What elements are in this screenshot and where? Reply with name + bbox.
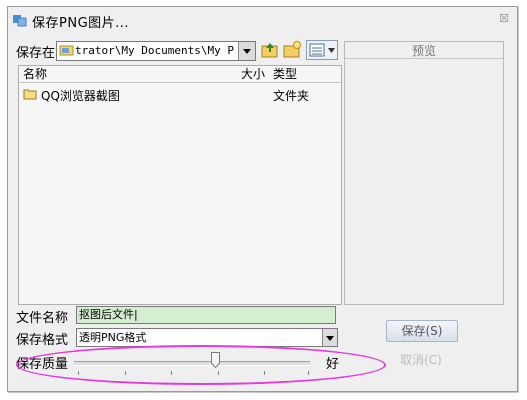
list-view-icon (309, 43, 325, 57)
format-value: 透明PNG格式 (79, 331, 147, 344)
list-item[interactable]: QQ浏览器截图 文件夹 (23, 86, 337, 103)
preview-panel: 预览 (344, 41, 504, 305)
save-button[interactable]: 保存(S) (386, 320, 458, 342)
file-list[interactable]: 名称 大小 类型 QQ浏览器截图 文件夹 (18, 65, 342, 305)
up-folder-icon[interactable] (260, 40, 280, 60)
dialog-title: 保存PNG图片... (32, 16, 130, 31)
header-divider (19, 82, 341, 83)
new-folder-icon[interactable] (282, 40, 302, 60)
close-icon[interactable]: ☒ (499, 12, 509, 25)
filename-field[interactable]: 抠图后文件| (76, 306, 336, 324)
folder-icon (23, 89, 37, 100)
file-type: 文件夹 (273, 89, 310, 103)
save-in-label: 保存在 (16, 46, 56, 61)
save-png-dialog: 保存PNG图片... ☒ 保存在 trator\My Documents\My … (7, 6, 518, 392)
chevron-down-icon[interactable] (238, 42, 255, 60)
chevron-down-icon[interactable] (322, 329, 337, 346)
quality-highlight-ellipse (16, 345, 386, 385)
title-bar: 保存PNG图片... ☒ (8, 7, 517, 33)
filename-label: 文件名称 (16, 311, 69, 326)
format-label: 保存格式 (16, 333, 69, 348)
save-location-path: trator\My Documents\My Pictures (75, 44, 235, 57)
view-menu-button[interactable] (306, 40, 338, 60)
file-name: QQ浏览器截图 (41, 89, 120, 103)
column-header-size[interactable]: 大小 (241, 66, 265, 82)
chevron-down-icon (328, 48, 335, 53)
save-location-combo[interactable]: trator\My Documents\My Pictures (56, 41, 256, 61)
column-header-name[interactable]: 名称 (23, 66, 47, 82)
app-icon (13, 15, 27, 27)
column-header-type[interactable]: 类型 (273, 66, 297, 82)
preview-title: 预览 (345, 42, 503, 59)
cancel-button[interactable]: 取消(C) (386, 350, 456, 370)
computer-folder-icon (59, 45, 74, 56)
